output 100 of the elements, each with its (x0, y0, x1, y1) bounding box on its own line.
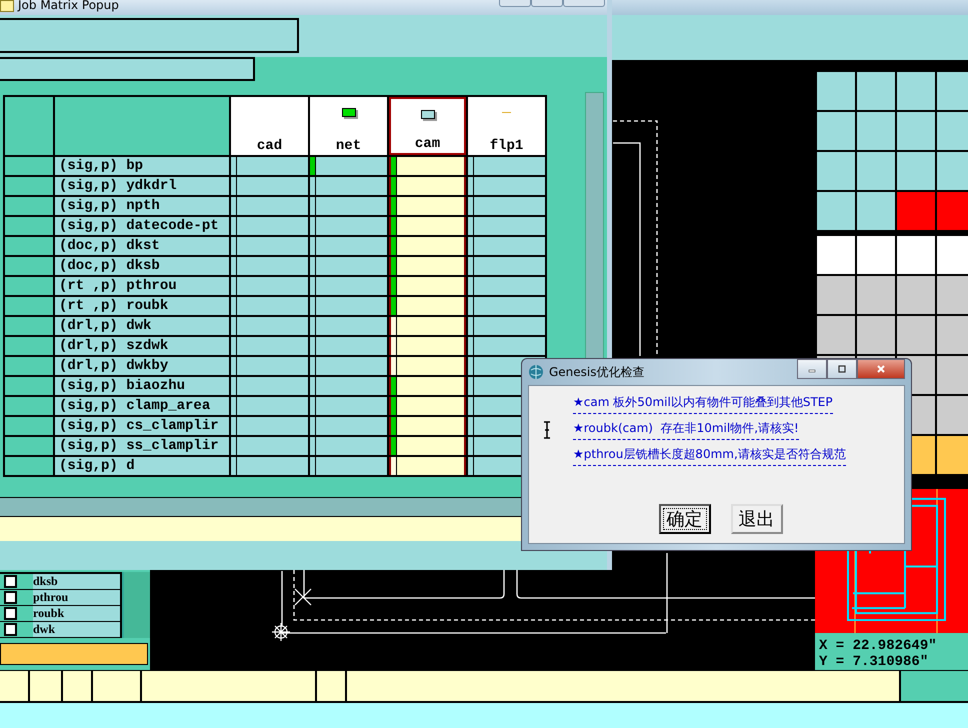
color-swatch[interactable] (937, 236, 968, 274)
row-header-cell[interactable] (5, 437, 53, 455)
row-header-cell[interactable] (5, 277, 53, 295)
matrix-cell[interactable] (389, 357, 466, 375)
matrix-cell[interactable] (389, 337, 466, 355)
row-header-cell[interactable] (5, 297, 53, 315)
checkbox[interactable] (4, 591, 17, 604)
color-swatch[interactable] (817, 72, 855, 110)
layer-name-cell[interactable]: (sig,p) cs_clamplir (55, 417, 229, 435)
matrix-cell[interactable] (468, 217, 545, 235)
column-header[interactable]: cam (389, 97, 466, 155)
matrix-cell[interactable] (310, 357, 387, 375)
matrix-cell[interactable] (310, 457, 387, 475)
layer-name[interactable]: dksb (33, 574, 122, 589)
matrix-cell[interactable] (468, 337, 545, 355)
row-header-cell[interactable] (5, 237, 53, 255)
matrix-cell[interactable] (468, 277, 545, 295)
row-header-cell[interactable] (5, 337, 53, 355)
color-swatch[interactable] (937, 72, 968, 110)
color-swatch[interactable] (937, 436, 968, 474)
color-swatch[interactable] (937, 192, 968, 230)
layer-name-cell[interactable]: (sig,p) bp (55, 157, 229, 175)
color-swatch[interactable] (817, 112, 855, 150)
color-swatch[interactable] (897, 276, 935, 314)
row-header-cell[interactable] (5, 217, 53, 235)
close-button[interactable] (857, 359, 905, 379)
matrix-cell[interactable] (231, 217, 308, 235)
matrix-cell[interactable] (231, 177, 308, 195)
matrix-cell[interactable] (231, 357, 308, 375)
color-swatch[interactable] (897, 72, 935, 110)
matrix-cell[interactable] (310, 317, 387, 335)
matrix-cell[interactable] (310, 417, 387, 435)
layer-name-cell[interactable]: (rt ,p) roubk (55, 297, 229, 315)
layer-name-cell[interactable]: (sig,p) ss_clamplir (55, 437, 229, 455)
matrix-cell[interactable] (310, 157, 387, 175)
row-header-cell[interactable] (5, 177, 53, 195)
matrix-cell[interactable] (389, 277, 466, 295)
color-swatch[interactable] (857, 72, 895, 110)
matrix-cell[interactable] (389, 317, 466, 335)
color-swatch[interactable] (857, 192, 895, 230)
column-header[interactable]: cad (231, 97, 308, 155)
matrix-cell[interactable] (468, 297, 545, 315)
matrix-cell[interactable] (231, 377, 308, 395)
color-swatch[interactable] (937, 396, 968, 434)
matrix-cell[interactable] (468, 257, 545, 275)
matrix-cell[interactable] (231, 197, 308, 215)
matrix-cell[interactable] (310, 177, 387, 195)
color-swatch[interactable] (937, 276, 968, 314)
color-swatch[interactable] (857, 112, 895, 150)
layer-name-cell[interactable]: (drl,p) dwkby (55, 357, 229, 375)
column-header[interactable]: flp1 (468, 97, 545, 155)
color-swatch[interactable] (897, 236, 935, 274)
row-header-cell[interactable] (5, 197, 53, 215)
matrix-cell[interactable] (389, 217, 466, 235)
dialog-button[interactable]: 退出 (730, 504, 782, 534)
matrix-cell[interactable] (389, 197, 466, 215)
matrix-cell[interactable] (310, 237, 387, 255)
matrix-cell[interactable] (310, 277, 387, 295)
matrix-cell[interactable] (310, 397, 387, 415)
layer-name-cell[interactable]: (drl,p) szdwk (55, 337, 229, 355)
row-header-cell[interactable] (5, 257, 53, 275)
checkbox[interactable] (4, 623, 17, 636)
matrix-cell[interactable] (389, 177, 466, 195)
column-header[interactable]: net (310, 97, 387, 155)
layer-name-cell[interactable]: (sig,p) npth (55, 197, 229, 215)
matrix-cell[interactable] (468, 197, 545, 215)
checkbox[interactable] (4, 575, 17, 588)
matrix-cell[interactable] (310, 377, 387, 395)
layer-name-cell[interactable]: (sig,p) clamp_area (55, 397, 229, 415)
color-swatch[interactable] (817, 316, 855, 354)
color-swatch[interactable] (937, 316, 968, 354)
color-swatch[interactable] (857, 236, 895, 274)
matrix-cell[interactable] (310, 197, 387, 215)
layer-name[interactable]: roubk (33, 606, 122, 621)
row-header-cell[interactable] (5, 317, 53, 335)
color-swatch[interactable] (897, 192, 935, 230)
layer-name-cell[interactable]: (doc,p) dkst (55, 237, 229, 255)
dialog-button[interactable]: 确定 (658, 504, 710, 534)
matrix-cell[interactable] (231, 437, 308, 455)
matrix-cell[interactable] (231, 237, 308, 255)
layer-name-cell[interactable]: (sig,p) biaozhu (55, 377, 229, 395)
matrix-cell[interactable] (389, 297, 466, 315)
matrix-cell[interactable] (231, 457, 308, 475)
matrix-cell[interactable] (389, 417, 466, 435)
matrix-cell[interactable] (310, 437, 387, 455)
row-header-cell[interactable] (5, 417, 53, 435)
row-header-cell[interactable] (5, 357, 53, 375)
input-field[interactable] (0, 57, 255, 81)
layer-name[interactable]: pthrou (33, 590, 122, 605)
color-swatch[interactable] (897, 112, 935, 150)
matrix-cell[interactable] (231, 297, 308, 315)
matrix-cell[interactable] (389, 377, 466, 395)
layer-name-cell[interactable]: (drl,p) dwk (55, 317, 229, 335)
color-swatch[interactable] (817, 152, 855, 190)
matrix-cell[interactable] (310, 257, 387, 275)
row-header-cell[interactable] (5, 377, 53, 395)
matrix-cell[interactable] (231, 337, 308, 355)
color-swatch[interactable] (857, 316, 895, 354)
matrix-cell[interactable] (389, 437, 466, 455)
matrix-cell[interactable] (389, 457, 466, 475)
